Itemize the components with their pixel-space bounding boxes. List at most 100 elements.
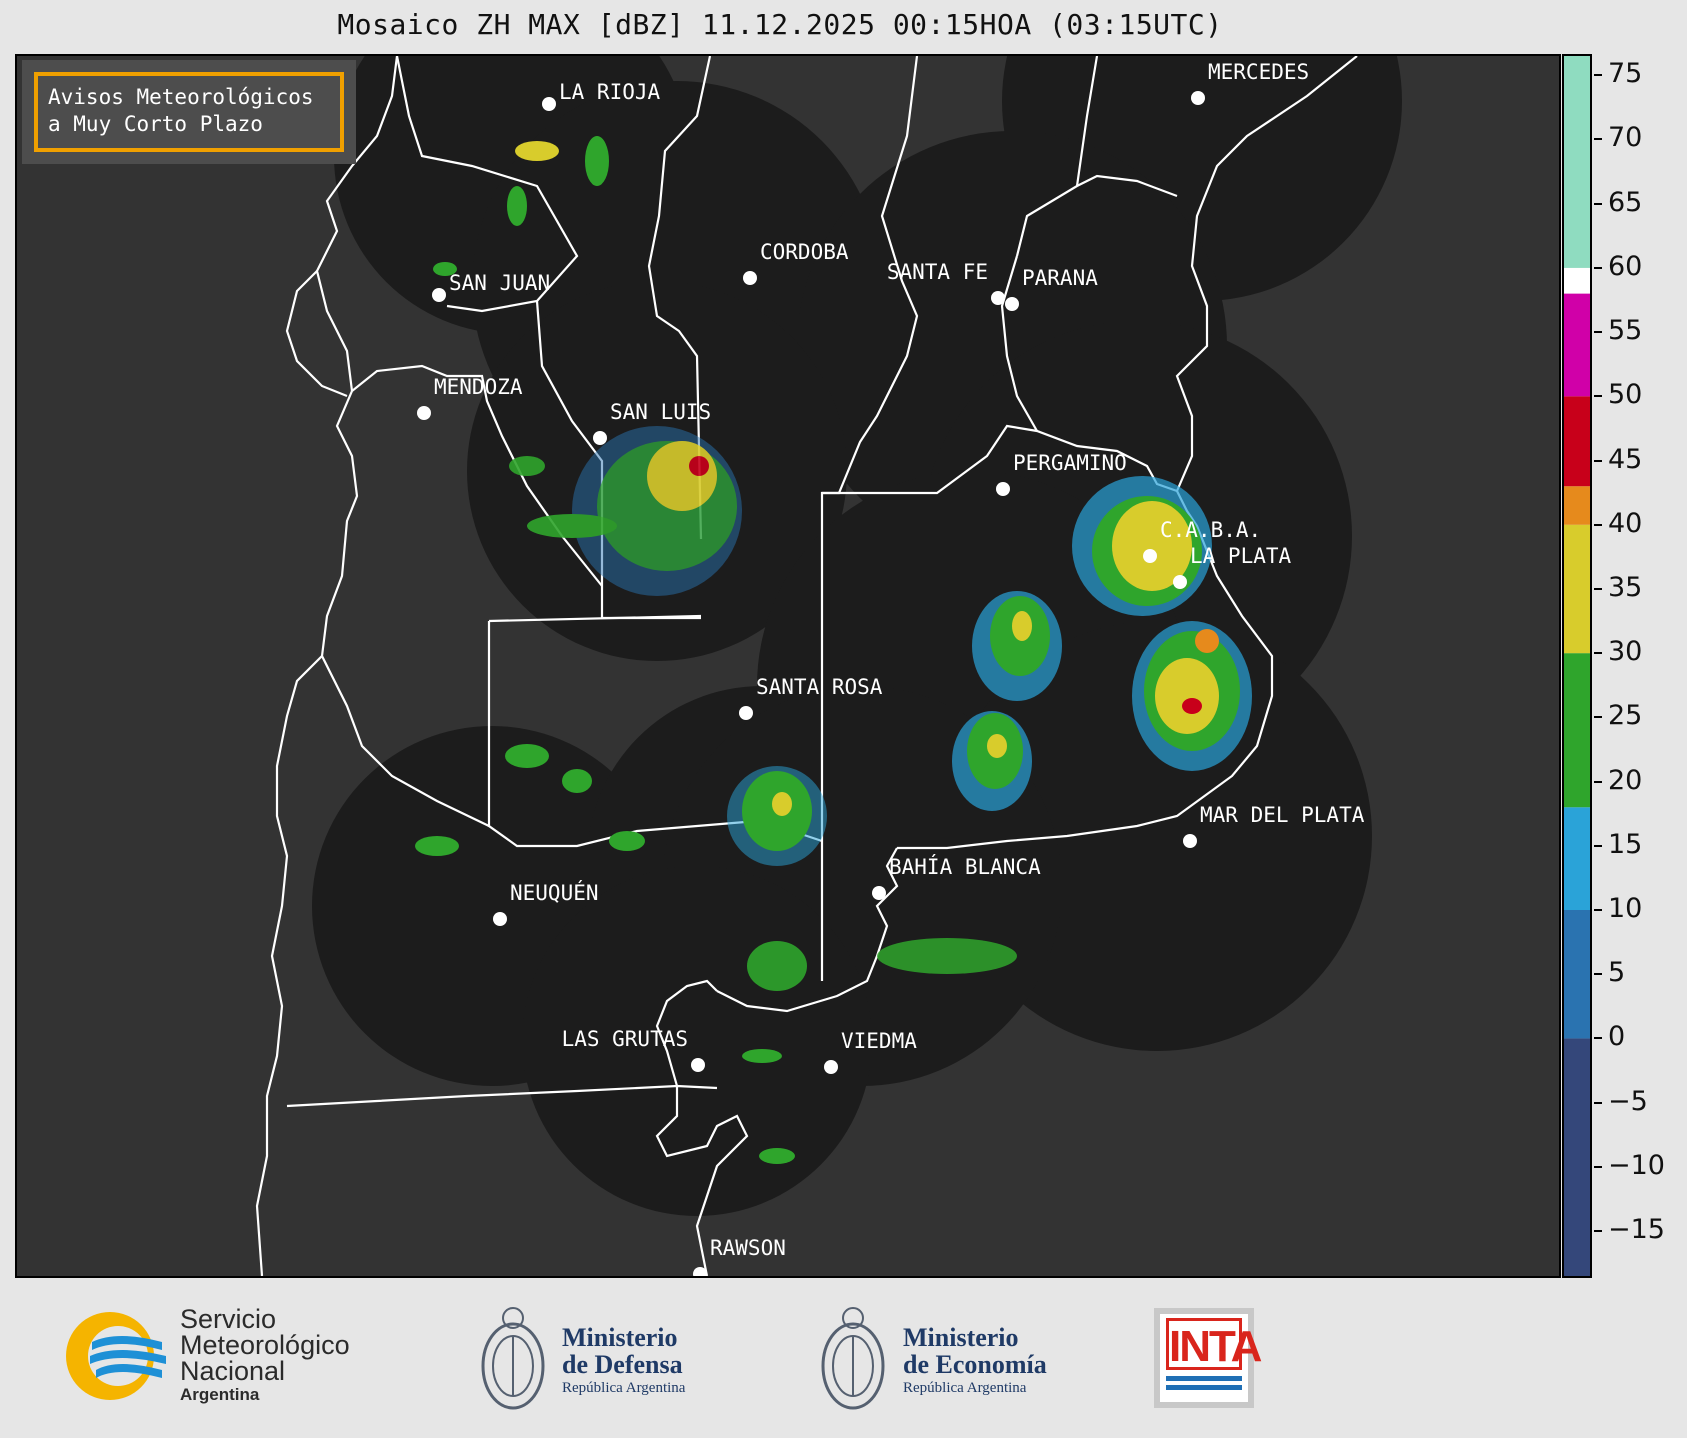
colorbar-tick-mark xyxy=(1594,74,1602,77)
colorbar-tick-label: 75 xyxy=(1608,58,1643,90)
economia-line-2: de Economía xyxy=(903,1350,1047,1379)
city-label: BAHÍA BLANCA xyxy=(889,855,1041,879)
colorbar-tick-mark xyxy=(1594,266,1602,269)
colorbar-band xyxy=(1564,293,1590,397)
colorbar-tick-label: 45 xyxy=(1608,443,1643,475)
colorbar-tick-label: 40 xyxy=(1608,507,1643,539)
city-label: PARANA xyxy=(1022,266,1098,290)
economia-line-3: República Argentina xyxy=(903,1380,1027,1396)
city-marker xyxy=(1183,834,1197,848)
colorbar-tick-mark xyxy=(1594,1037,1602,1040)
city-marker xyxy=(1173,575,1187,589)
colorbar-band xyxy=(1564,267,1590,294)
city-marker xyxy=(739,706,753,720)
defensa-name: Ministerio de Defensa República Argentin… xyxy=(562,1324,685,1398)
colorbar-tick-label: −15 xyxy=(1608,1214,1665,1246)
colorbar-band xyxy=(1564,56,1590,268)
colorbar-tick-label: 5 xyxy=(1608,957,1626,989)
city-label: CORDOBA xyxy=(760,240,849,264)
colorbar-tick-label: 0 xyxy=(1608,1021,1626,1053)
colorbar-tick-mark xyxy=(1594,652,1602,655)
city-label: NEUQUÉN xyxy=(510,881,599,905)
inta-stripe xyxy=(1166,1385,1242,1390)
city-label: LAS GRUTAS xyxy=(561,1027,688,1051)
city-marker xyxy=(417,406,431,420)
smn-line-2: Meteorológico xyxy=(180,1330,350,1360)
city-marker xyxy=(996,482,1010,496)
colorbar-bands xyxy=(1564,56,1590,1276)
colorbar-tick-label: 20 xyxy=(1608,764,1643,796)
colorbar-tick-mark xyxy=(1594,331,1602,334)
city-marker xyxy=(432,288,446,302)
colorbar-tick-label: 25 xyxy=(1608,700,1643,732)
colorbar-band xyxy=(1564,807,1590,910)
city-label: MAR DEL PLATA xyxy=(1200,803,1365,827)
city-marker xyxy=(991,291,1005,305)
city-layer: LA RIOJA SAN JUAN CORDOBA SANTA FE PARAN… xyxy=(17,56,1559,1276)
colorbar-tick-label: 65 xyxy=(1608,186,1643,218)
colorbar-tick-mark xyxy=(1594,1101,1602,1104)
colorbar-band xyxy=(1564,1038,1590,1276)
city-marker xyxy=(493,912,507,926)
city-label: RAWSON xyxy=(710,1236,786,1260)
colorbar-tick-mark xyxy=(1594,202,1602,205)
defensa-line-1: Ministerio xyxy=(562,1323,678,1352)
colorbar-tick-mark xyxy=(1594,909,1602,911)
warning-badge-frame: Avisos Meteorológicos a Muy Corto Plazo xyxy=(34,72,344,152)
radar-map[interactable]: LA RIOJA SAN JUAN CORDOBA SANTA FE PARAN… xyxy=(15,54,1561,1278)
inta-logo: INTA xyxy=(1154,1308,1262,1408)
colorbar-tick-label: −10 xyxy=(1608,1149,1665,1181)
colorbar-tick-mark xyxy=(1594,459,1602,462)
smn-line-3: Nacional xyxy=(180,1356,286,1386)
defensa-line-2: de Defensa xyxy=(562,1350,683,1379)
colorbar-tick-mark xyxy=(1594,780,1602,783)
city-marker xyxy=(872,886,886,900)
colorbar-tick-mark xyxy=(1594,587,1602,590)
colorbar-tick-label: 35 xyxy=(1608,571,1643,603)
colorbar-tick-label: 10 xyxy=(1608,893,1643,924)
colorbar-band xyxy=(1564,910,1590,1039)
warning-badge: Avisos Meteorológicos a Muy Corto Plazo xyxy=(22,60,356,164)
city-label: VIEDMA xyxy=(841,1029,917,1053)
city-marker xyxy=(1005,297,1019,311)
colorbar-band xyxy=(1564,524,1590,654)
colorbar-tick-label: 70 xyxy=(1608,122,1643,154)
city-label: SAN LUIS xyxy=(610,400,712,424)
colorbar-tick-mark xyxy=(1594,1165,1602,1168)
economia-name: Ministerio de Economía República Argenti… xyxy=(903,1324,1047,1398)
city-marker xyxy=(542,97,556,111)
colorbar-tick-mark xyxy=(1594,844,1602,847)
colorbar-tick-mark xyxy=(1594,138,1602,141)
city-label: SAN JUAN xyxy=(449,271,551,295)
smn-logo xyxy=(66,1312,166,1400)
city-label: C.A.B.A. xyxy=(1160,518,1262,542)
badge-line-1: Avisos Meteorológicos xyxy=(48,85,314,109)
city-marker xyxy=(824,1060,838,1074)
economia-line-1: Ministerio xyxy=(903,1323,1019,1352)
badge-line-2: a Muy Corto Plazo xyxy=(48,112,263,136)
city-marker xyxy=(743,271,757,285)
city-marker xyxy=(693,1267,707,1276)
colorbar-band xyxy=(1564,396,1590,487)
colorbar-ticks: 75 70 65 60 55 50 45 40 35 30 25 20 15 10 5 0 −5 −10 −15 xyxy=(1594,54,1687,1278)
inta-stripe xyxy=(1166,1376,1242,1381)
inta-wordmark: INTA xyxy=(1166,1318,1262,1371)
colorbar-tick-mark xyxy=(1594,973,1602,976)
defensa-seal-icon xyxy=(481,1307,545,1410)
colorbar-band xyxy=(1564,486,1590,525)
city-marker xyxy=(1143,549,1157,563)
city-label: SANTA FE xyxy=(886,260,988,284)
smn-line-1: Servicio xyxy=(180,1304,277,1334)
colorbar-tick-label: 60 xyxy=(1608,250,1643,282)
smn-name: Servicio Meteorológico Nacional Argentin… xyxy=(180,1306,350,1406)
city-label: LA RIOJA xyxy=(559,80,661,104)
city-marker xyxy=(691,1058,705,1072)
city-label: MENDOZA xyxy=(434,375,523,399)
colorbar-tick-label: 55 xyxy=(1608,315,1643,347)
city-label: PERGAMINO xyxy=(1013,451,1127,475)
economia-seal-icon xyxy=(821,1307,885,1410)
smn-line-4: Argentina xyxy=(180,1385,260,1404)
map-title: Mosaico ZH MAX [dBZ] 11.12.2025 00:15HOA… xyxy=(337,8,1223,41)
city-label: LA PLATA xyxy=(1190,544,1292,568)
city-label: MERCEDES xyxy=(1208,60,1310,84)
